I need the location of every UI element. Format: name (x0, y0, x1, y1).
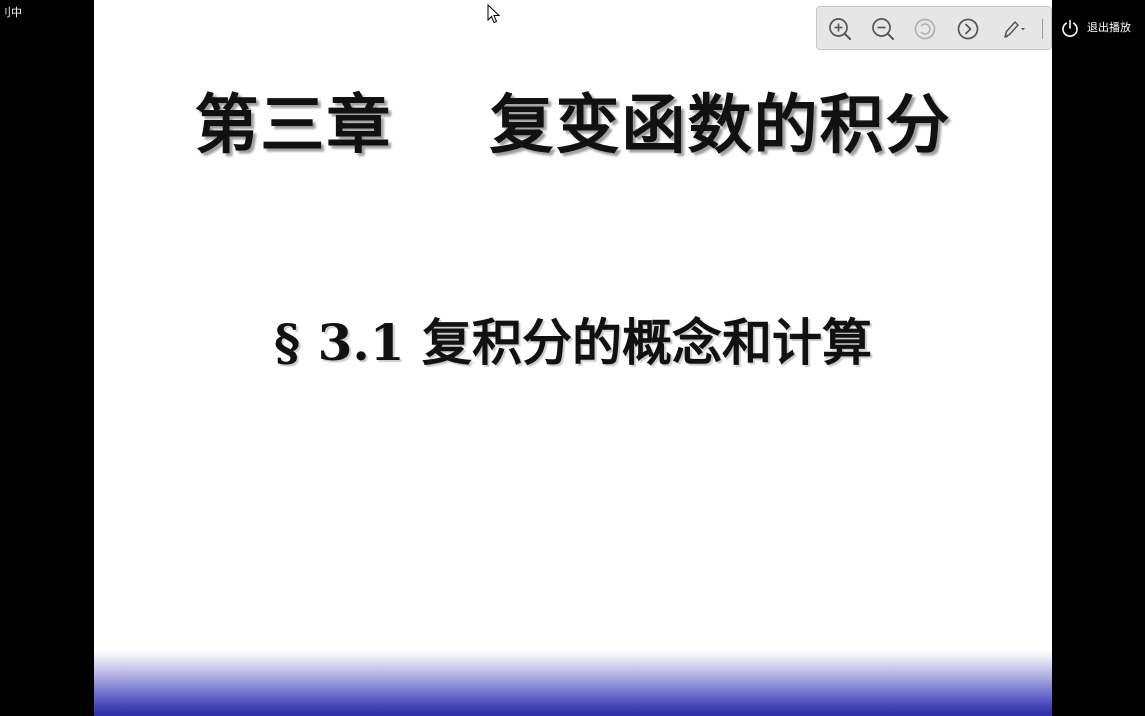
pen-tool-button[interactable] (998, 15, 1026, 43)
exit-playback-button[interactable]: 退出播放 (1060, 16, 1131, 40)
zoom-in-icon (829, 18, 851, 40)
player-window: 刂中 第三章 复变函数的积分 § 3.1 复积分的概念和计算 退出播放 (0, 0, 1145, 716)
zoom-in-button[interactable] (826, 15, 854, 43)
viewer-toolbar (816, 6, 1052, 50)
slide-canvas[interactable]: 第三章 复变函数的积分 § 3.1 复积分的概念和计算 (94, 0, 1052, 716)
next-icon (957, 18, 979, 40)
zoom-out-icon (872, 18, 894, 40)
pen-icon (1004, 21, 1025, 38)
zoom-out-button[interactable] (869, 15, 897, 43)
slide-title: 第三章 复变函数的积分 (194, 88, 952, 163)
exit-playback-label: 退出播放 (1087, 21, 1131, 34)
reset-icon (914, 18, 936, 40)
toolbar-divider (1042, 19, 1043, 39)
next-page-button[interactable] (954, 15, 982, 43)
mouse-cursor-icon (487, 3, 501, 24)
slide-subtitle: § 3.1 复积分的概念和计算 (274, 313, 872, 372)
corner-label: 刂中 (0, 6, 22, 19)
power-icon (1062, 19, 1078, 37)
reset-view-button[interactable] (911, 15, 939, 43)
